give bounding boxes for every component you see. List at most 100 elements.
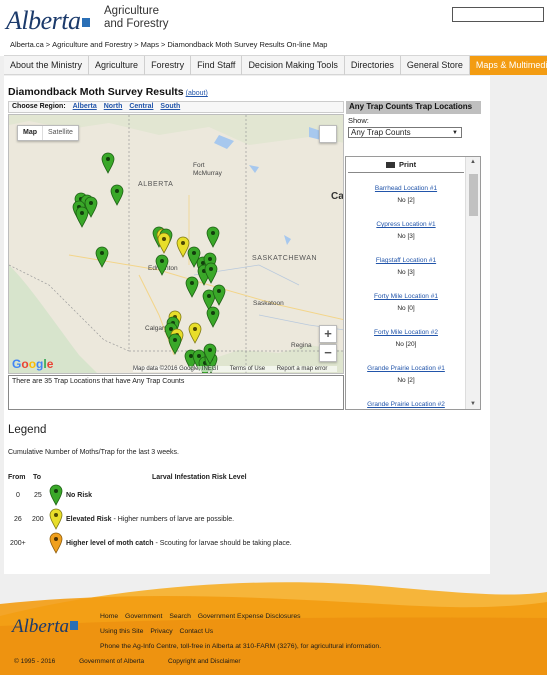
print-label: Print (399, 160, 417, 169)
footer-government-link[interactable]: Government of Alberta (79, 658, 144, 665)
trap-marker-icon[interactable] (212, 284, 226, 306)
status-text: There are 35 Trap Locations that have An… (8, 375, 344, 410)
trap-marker-icon[interactable] (157, 232, 171, 254)
breadcrumb-item[interactable]: Maps (141, 40, 159, 49)
nav-decision-tools[interactable]: Decision Making Tools (242, 56, 345, 75)
region-link-central[interactable]: Central (129, 103, 153, 110)
zoom-out-button[interactable]: − (319, 344, 337, 362)
search-input[interactable] (452, 7, 544, 22)
legend-to: 200 (32, 516, 44, 523)
location-link[interactable]: Grande Prairie Location #2 (346, 401, 466, 408)
legend-from: 200+ (10, 540, 26, 547)
map-type-toggle: Map Satellite (17, 125, 79, 141)
footer-link-contact[interactable]: Contact Us (180, 628, 214, 635)
map-report-link[interactable]: Report a map error (277, 366, 328, 372)
map-terms-link[interactable]: Terms of Use (230, 366, 265, 372)
breadcrumb-item[interactable]: Alberta.ca (10, 40, 44, 49)
green-marker-icon (49, 484, 63, 506)
breadcrumb-item[interactable]: Agriculture and Forestry (52, 40, 132, 49)
chevron-down-icon: ▼ (452, 130, 458, 136)
list-scrollbar[interactable]: ▲ ▼ (465, 157, 480, 409)
location-link[interactable]: Forty Mile Location #2 (346, 329, 466, 336)
show-select[interactable]: Any Trap Counts ▼ (348, 127, 462, 138)
location-count: No [3] (397, 233, 415, 240)
footer-link-using-site[interactable]: Using this Site (100, 628, 143, 635)
ministry-name: Agriculture and Forestry (104, 5, 169, 31)
nav-agriculture[interactable]: Agriculture (89, 56, 146, 75)
nav-general-store[interactable]: General Store (401, 56, 470, 75)
list-item: Grande Prairie Location #2 (346, 401, 466, 409)
location-link[interactable]: Grande Prairie Location #1 (346, 365, 466, 372)
main-content: Diamondback Moth Survey Results (about) C… (4, 76, 490, 574)
location-count: No [0] (397, 305, 415, 312)
trap-marker-icon[interactable] (75, 206, 89, 228)
location-count: No [2] (397, 377, 415, 384)
location-link[interactable]: Flagstaff Location #1 (346, 257, 466, 264)
site-footer: Alberta Home Government Search Governmen… (0, 604, 547, 675)
region-link-alberta[interactable]: Alberta (73, 103, 97, 110)
legend-title: Legend (8, 424, 47, 436)
footer-copyright: © 1995 - 2016 (14, 658, 56, 665)
footer-copyright-link[interactable]: Copyright and Disclaimer (168, 658, 241, 665)
trap-marker-icon[interactable] (176, 236, 190, 258)
list-item: Cypress Location #1 No [3] (346, 221, 466, 240)
trap-marker-icon[interactable] (101, 152, 115, 174)
location-link[interactable]: Forty Mile Location #1 (346, 293, 466, 300)
footer-links-row-2: Using this Site Privacy Contact Us (100, 628, 218, 635)
legend-risk-no-risk: No Risk (66, 492, 92, 499)
about-link[interactable]: (about) (186, 90, 208, 97)
footer-link-expense-disclosures[interactable]: Government Expense Disclosures (198, 613, 301, 620)
list-item: Forty Mile Location #1 No [0] (346, 293, 466, 312)
location-link[interactable]: Cypress Location #1 (346, 221, 466, 228)
trap-location-list[interactable]: Print Barrhead Location #1 No [2] Cypress… (345, 156, 481, 410)
print-button[interactable]: Print (386, 160, 416, 169)
region-selector: Choose Region: Alberta North Central Sou… (8, 101, 344, 113)
breadcrumb: Alberta.ca > Agriculture and Forestry > Maps… (10, 40, 327, 49)
map-type-map-button[interactable]: Map (18, 126, 42, 140)
map-canvas[interactable]: ALBERTA SASKATCHEWAN Fort McMurray Edmon… (8, 114, 344, 374)
trap-marker-icon[interactable] (110, 184, 124, 206)
nav-maps-multimedia[interactable]: Maps & Multimedia (469, 56, 547, 75)
list-item: Grande Prairie Location #1 No [2] (346, 365, 466, 384)
map-attribution-bar: Map data ©2016 Google, INEGI Terms of Us… (133, 366, 338, 372)
nav-directories[interactable]: Directories (345, 56, 401, 75)
trap-marker-icon[interactable] (95, 246, 109, 268)
footer-link-privacy[interactable]: Privacy (150, 628, 172, 635)
list-item: Flagstaff Location #1 No [3] (346, 257, 466, 276)
footer-links-row-1: Home Government Search Government Expens… (100, 613, 306, 620)
region-link-north[interactable]: North (104, 103, 123, 110)
divider (348, 172, 464, 173)
map-type-satellite-button[interactable]: Satellite (42, 126, 78, 140)
location-link[interactable]: Barrhead Location #1 (346, 185, 466, 192)
footer-link-home[interactable]: Home (100, 613, 118, 620)
footer-link-search[interactable]: Search (169, 613, 191, 620)
trap-marker-icon[interactable] (206, 306, 220, 328)
alberta-logo[interactable]: Alberta (6, 6, 90, 36)
fullscreen-icon[interactable] (319, 125, 337, 143)
legend-col-risk: Larval Infestation Risk Level (152, 474, 247, 481)
legend-risk-label: No Risk (66, 492, 93, 499)
scroll-up-icon[interactable]: ▲ (470, 159, 476, 165)
breadcrumb-separator: > (45, 40, 51, 49)
scroll-down-icon[interactable]: ▼ (470, 401, 476, 407)
trap-marker-icon[interactable] (206, 226, 220, 248)
legend-from: 26 (14, 516, 22, 523)
footer-alberta-logo[interactable]: Alberta (12, 616, 78, 638)
trap-marker-icon[interactable] (155, 254, 169, 276)
breadcrumb-current: Diamondback Moth Survey Results On-line … (167, 40, 328, 49)
breadcrumb-separator: > (134, 40, 139, 49)
footer-link-government[interactable]: Government (125, 613, 162, 620)
logo-mark-icon (70, 621, 78, 630)
printer-icon (386, 160, 395, 168)
trap-marker-icon[interactable] (185, 276, 199, 298)
nav-about-ministry[interactable]: About the Ministry (4, 56, 90, 75)
nav-find-staff[interactable]: Find Staff (191, 56, 243, 75)
trap-marker-icon[interactable] (168, 333, 182, 355)
region-link-south[interactable]: South (160, 103, 180, 110)
trap-marker-icon[interactable] (188, 322, 202, 344)
yellow-marker-icon (49, 508, 63, 530)
nav-forestry[interactable]: Forestry (145, 56, 192, 75)
scroll-thumb[interactable] (469, 174, 478, 216)
location-count: No [2] (397, 197, 415, 204)
zoom-in-button[interactable]: + (319, 325, 337, 343)
